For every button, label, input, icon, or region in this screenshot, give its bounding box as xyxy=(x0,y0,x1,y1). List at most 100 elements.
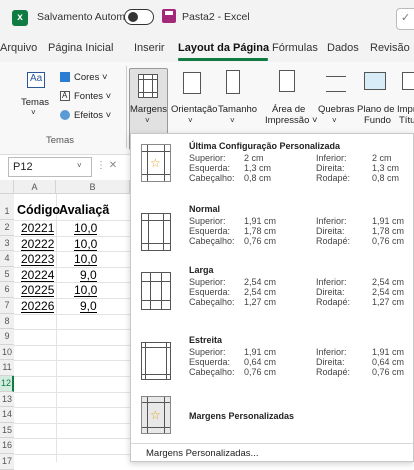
row-header[interactable]: 6 xyxy=(0,282,14,298)
margin-option-larga[interactable]: Larga Superior: 2,54 cm Inferior: 2,54 c… xyxy=(131,260,414,316)
value-cabecalho: 1,27 cm xyxy=(244,297,277,307)
row-header[interactable]: 4 xyxy=(0,251,14,267)
tamanho-chevron-icon[interactable]: ˅ xyxy=(230,116,235,125)
cores-button[interactable]: Cores ˅ xyxy=(74,72,108,83)
fonts-icon: A xyxy=(60,91,70,101)
effects-icon xyxy=(60,110,70,120)
tab-revisao[interactable]: Revisão xyxy=(370,42,410,54)
cell-b6[interactable]: 10,0 xyxy=(74,284,98,298)
name-box[interactable]: P12 ˅ xyxy=(8,157,92,177)
area-impressao-label-1[interactable]: Área de xyxy=(272,104,305,115)
search-icon: ✓ xyxy=(401,12,411,24)
excel-logo-icon: x xyxy=(12,10,28,26)
row-header[interactable]: 15 xyxy=(0,422,14,439)
row-header[interactable]: 1 xyxy=(0,194,14,220)
column-header-b[interactable]: B xyxy=(56,180,130,194)
row-header-selected[interactable]: 12 xyxy=(0,376,14,392)
tab-layout-da-pagina[interactable]: Layout da Página xyxy=(178,42,269,54)
value-cabecalho: 0,76 cm xyxy=(244,367,277,377)
tab-dados[interactable]: Dados xyxy=(327,42,359,54)
gridline xyxy=(14,376,130,377)
row-header[interactable]: 13 xyxy=(0,391,14,408)
cell-a2[interactable]: 20221 xyxy=(21,222,55,235)
save-icon[interactable] xyxy=(162,9,176,23)
name-box-chevron-icon[interactable]: ˅ xyxy=(77,161,82,170)
row-header[interactable]: 14 xyxy=(0,407,14,423)
gridline xyxy=(56,194,57,462)
label-inferior: Inferior: xyxy=(316,347,347,357)
cell-b3[interactable]: 10,0 xyxy=(74,238,98,251)
select-all-corner[interactable] xyxy=(0,180,14,194)
breaks-icon xyxy=(326,76,346,92)
row-header[interactable]: 5 xyxy=(0,266,14,283)
label-esquerda: Esquerda: xyxy=(189,357,231,367)
label-direita: Direita: xyxy=(316,357,345,367)
cell-b5[interactable]: 9,0 xyxy=(80,269,97,282)
ribbon-tabs: Arquivo Página Inicial Inserir Layout da… xyxy=(0,36,414,62)
formula-bar-menu-icon[interactable]: ⋮ ✕ xyxy=(96,160,117,171)
tamanho-button[interactable]: Tamanho xyxy=(218,104,257,115)
cell-a3[interactable]: 20222 xyxy=(21,238,55,251)
tab-pagina-inicial[interactable]: Página Inicial xyxy=(48,42,113,54)
row-header[interactable]: 9 xyxy=(0,329,14,345)
temas-chevron-icon[interactable]: ˅ xyxy=(31,108,36,117)
margens-chevron-icon: ˅ xyxy=(145,116,150,125)
row-header[interactable]: 7 xyxy=(0,298,14,314)
row-header[interactable]: 16 xyxy=(0,438,14,454)
row-header[interactable]: 3 xyxy=(0,235,14,252)
plano-fundo-label-1[interactable]: Plano de xyxy=(357,104,395,115)
row-header[interactable]: 8 xyxy=(0,313,14,330)
fontes-button[interactable]: Fontes ˅ xyxy=(74,91,111,102)
area-impressao-label-2[interactable]: Impressão ˅ xyxy=(265,115,318,126)
plano-fundo-label-2[interactable]: Fundo xyxy=(364,115,391,126)
tab-inserir[interactable]: Inserir xyxy=(134,42,165,54)
value-rodape: 0,76 cm xyxy=(372,236,405,246)
size-icon xyxy=(226,70,240,94)
margin-option-last-custom[interactable]: ☆ Última Configuração Personalizada Supe… xyxy=(131,134,414,190)
orientation-icon xyxy=(183,72,201,94)
label-esquerda: Esquerda: xyxy=(189,287,231,297)
label-inferior: Inferior: xyxy=(316,277,347,287)
custom-margins-link[interactable]: Margens Personalizadas... xyxy=(146,448,258,459)
value-cabecalho: 0,8 cm xyxy=(244,173,272,183)
label-rodape: Rodapé: xyxy=(316,367,351,377)
gridline xyxy=(14,391,130,393)
value-esquerda: 1,3 cm xyxy=(244,163,272,173)
label-superior: Superior: xyxy=(189,347,226,357)
margin-option-normal[interactable]: Normal Superior: 1,91 cm Inferior: 1,91 … xyxy=(131,199,414,255)
custom-margins-icon: ☆ xyxy=(141,396,171,434)
imprimir-titulos-label-2[interactable]: Títu xyxy=(399,115,414,126)
cell-a4[interactable]: 20223 xyxy=(21,253,55,267)
margin-option-custom[interactable]: ☆ Margens Personalizadas xyxy=(131,394,414,438)
autosave-toggle[interactable] xyxy=(124,9,154,25)
print-area-icon xyxy=(279,70,295,92)
cell-b2[interactable]: 10,0 xyxy=(74,222,98,235)
row-header[interactable]: 2 xyxy=(0,220,14,236)
option-title: Margens Personalizadas xyxy=(189,411,295,421)
efeitos-button[interactable]: Efeitos ˅ xyxy=(74,110,111,121)
value-esquerda: 0,64 cm xyxy=(244,357,277,367)
cell-b4[interactable]: 10,0 xyxy=(74,253,98,267)
orientacao-button[interactable]: Orientação xyxy=(171,104,217,115)
cell-a7[interactable]: 20226 xyxy=(21,300,55,313)
cell-a5[interactable]: 20224 xyxy=(21,269,55,282)
column-header-a[interactable]: A xyxy=(14,180,56,194)
value-rodape: 0,8 cm xyxy=(372,173,400,183)
cell-b7[interactable]: 9,0 xyxy=(80,300,97,313)
search-box[interactable]: ✓ xyxy=(396,8,414,30)
option-title: Larga xyxy=(189,265,214,275)
cell-b1[interactable]: Avaliaçã xyxy=(59,203,109,217)
row-header[interactable]: 10 xyxy=(0,344,14,361)
quebras-button[interactable]: Quebras xyxy=(318,104,354,115)
tab-formulas[interactable]: Fórmulas xyxy=(272,42,318,54)
cell-a6[interactable]: 20225 xyxy=(21,284,55,298)
margin-option-estreita[interactable]: Estreita Superior: 1,91 cm Inferior: 1,9… xyxy=(131,330,414,386)
option-title: Normal xyxy=(189,204,221,214)
imprimir-titulos-label-1[interactable]: Impr xyxy=(397,104,414,115)
orientacao-chevron-icon[interactable]: ˅ xyxy=(188,116,193,125)
quebras-chevron-icon[interactable]: ˅ xyxy=(332,116,337,125)
tab-arquivo[interactable]: Arquivo xyxy=(0,42,37,54)
row-header[interactable]: 11 xyxy=(0,360,14,376)
temas-button[interactable]: Temas xyxy=(21,97,49,108)
cell-a1[interactable]: Código xyxy=(17,203,60,217)
